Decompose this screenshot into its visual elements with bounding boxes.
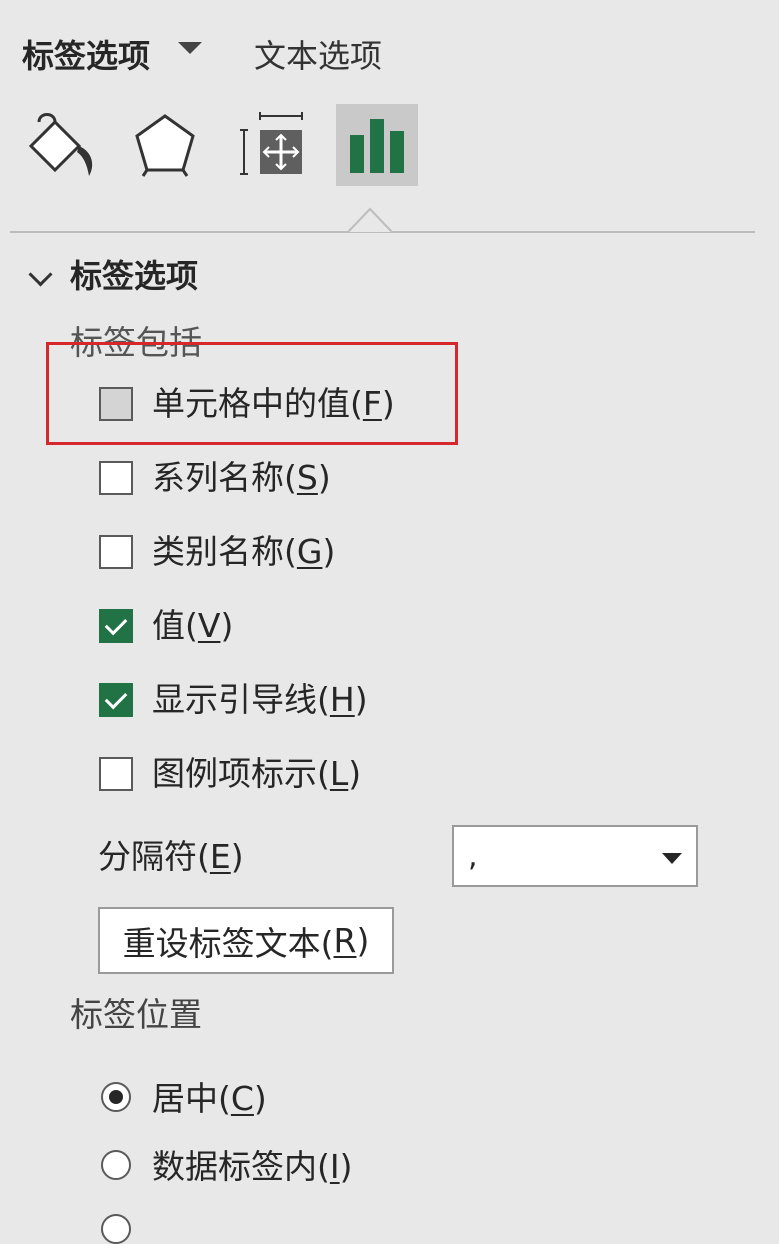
checkbox-show-leader-lines[interactable] [99, 683, 133, 717]
accelerator-key: G [296, 532, 323, 571]
label-text: 居中( [152, 1079, 231, 1118]
size-properties-tab-button[interactable] [230, 104, 312, 186]
reset-label-text-button[interactable]: 重设标签文本(R) [98, 907, 394, 974]
accelerator-key: L [329, 754, 349, 793]
label-tail: ) [230, 837, 244, 876]
radio-label-center[interactable]: 居中(C) [152, 1082, 267, 1115]
label-text: 值( [152, 606, 198, 645]
label-text: 类别名称( [152, 532, 297, 571]
fill-line-tab-button[interactable] [18, 104, 100, 186]
label-options-tab-button[interactable] [336, 104, 418, 186]
size-properties-icon [240, 112, 303, 175]
effects-tab-button[interactable] [124, 104, 206, 186]
selected-tab-pointer [348, 207, 392, 233]
accelerator-key: S [296, 458, 318, 497]
label-text: 数据标签内( [152, 1147, 330, 1186]
bar-chart-icon [350, 119, 404, 173]
label-text: 系列名称( [152, 458, 297, 497]
checkbox-label-legend-key[interactable]: 图例项标示(L) [152, 757, 361, 790]
label-tail: ) [253, 1079, 267, 1118]
tab-dropdown-chevron-icon[interactable] [178, 42, 202, 54]
accelerator-key: R [333, 921, 357, 960]
label-tail: ) [354, 680, 368, 719]
radio-center[interactable] [101, 1082, 131, 1112]
checkbox-label-category-name[interactable]: 类别名称(G) [152, 535, 335, 568]
label-text: 分隔符( [98, 837, 210, 876]
radio-label-inside-end[interactable]: 数据标签内(I) [152, 1150, 352, 1183]
label-tail: ) [322, 532, 336, 571]
section-title-text: 标签选项 [70, 257, 199, 295]
tab-label-options[interactable]: 标签选项 [22, 31, 150, 77]
label-tail: ) [348, 754, 362, 793]
radio-inside-end[interactable] [101, 1150, 131, 1180]
accelerator-key: E [209, 837, 231, 876]
checkbox-legend-key[interactable] [99, 757, 133, 791]
checkbox-label-show-leader-lines[interactable]: 显示引导线(H) [152, 683, 368, 716]
label-tail: ) [339, 1147, 353, 1186]
section-title[interactable]: 标签选项 [70, 260, 198, 292]
separator-label: 分隔符(E) [98, 840, 244, 873]
label-tail: ) [220, 606, 234, 645]
pentagon-effects-icon [135, 114, 195, 177]
accelerator-key: I [329, 1147, 340, 1186]
highlight-annotation-box [46, 342, 458, 445]
separator-select[interactable]: , [452, 825, 698, 887]
button-text: 重设标签文本( [122, 923, 334, 963]
accelerator-key: C [230, 1079, 254, 1118]
checkbox-value[interactable] [99, 609, 133, 643]
checkbox-label-value[interactable]: 值(V) [152, 609, 233, 642]
label-text: 图例项标示( [152, 754, 330, 793]
checkbox-series-name[interactable] [99, 461, 133, 495]
checkbox-label-series-name[interactable]: 系列名称(S) [152, 461, 331, 494]
label-position-heading: 标签位置 [70, 998, 202, 1031]
label-position-text: 标签位置 [70, 995, 202, 1034]
separator-select-value: , [468, 839, 478, 874]
label-text: 显示引导线( [152, 680, 330, 719]
tab-text-options-text: 文本选项 [254, 37, 383, 75]
fill-bucket-icon [28, 113, 93, 176]
chevron-down-icon[interactable] [662, 853, 682, 864]
accelerator-key: V [197, 606, 221, 645]
checkbox-category-name[interactable] [99, 535, 133, 569]
tab-label-options-text: 标签选项 [22, 37, 151, 75]
radio-partial-next-option[interactable] [101, 1214, 131, 1244]
section-collapse-chevron-icon[interactable] [28, 262, 53, 287]
accelerator-key: H [329, 680, 355, 719]
label-tail: ) [317, 458, 331, 497]
button-tail: ) [356, 921, 370, 960]
tab-text-options[interactable]: 文本选项 [254, 31, 382, 77]
